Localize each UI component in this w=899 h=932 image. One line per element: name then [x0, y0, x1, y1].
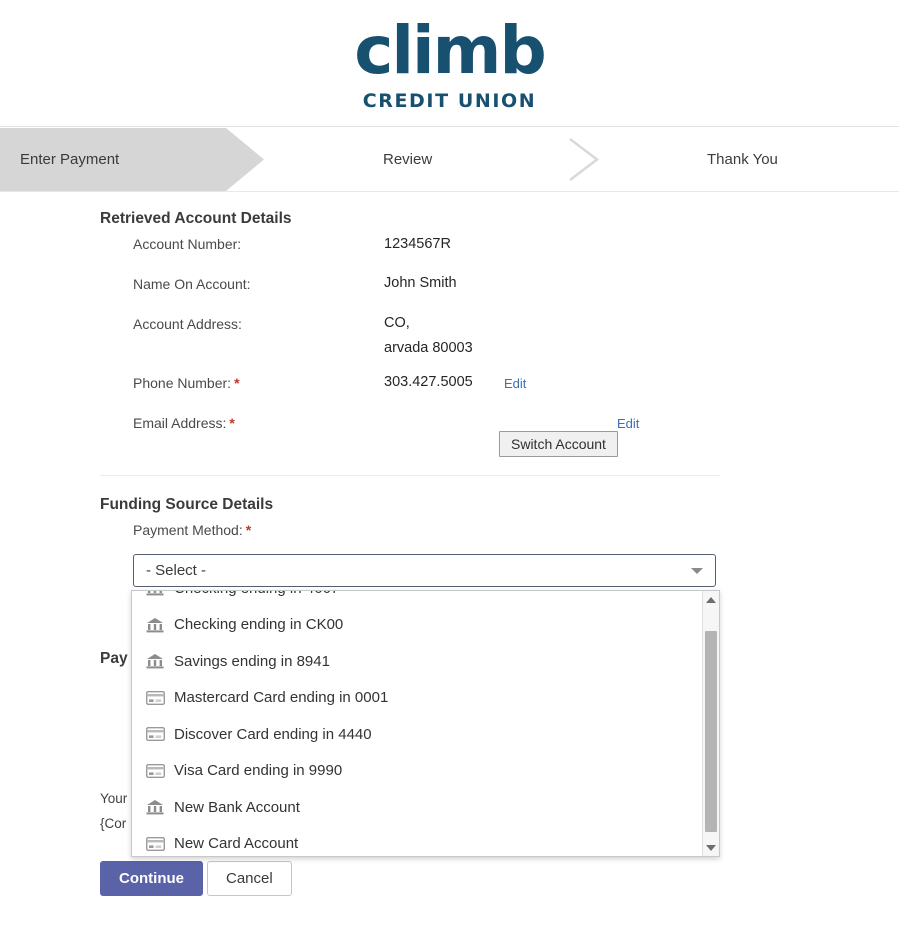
continue-button[interactable]: Continue — [100, 861, 203, 896]
account-address-line1: CO, — [384, 315, 410, 331]
payment-page: climb CREDIT UNION Enter Payment Review … — [0, 0, 899, 932]
name-on-account-label: Name On Account: — [133, 276, 251, 292]
payment-method-select[interactable]: - Select - — [133, 554, 716, 587]
account-address-label: Account Address: — [133, 316, 242, 332]
progress-stepper: Enter Payment Review Thank You — [0, 128, 899, 192]
section-divider — [100, 475, 720, 476]
dropdown-option-new-card-account[interactable]: New Card Account — [132, 826, 702, 857]
name-on-account-value: John Smith — [384, 275, 457, 291]
required-asterisk-phone: * — [234, 375, 240, 391]
dropdown-option-label: Discover Card ending in 4440 — [174, 725, 372, 743]
dropdown-option-visa-9990[interactable]: Visa Card ending in 9990 — [132, 753, 702, 790]
dropdown-option-checking-ck00[interactable]: Checking ending in CK00 — [132, 607, 702, 644]
step-review[interactable]: Review — [383, 128, 432, 191]
required-asterisk-payment-method: * — [245, 522, 252, 538]
bank-icon — [144, 653, 166, 669]
phone-number-label: Phone Number: * — [133, 375, 240, 391]
account-number-value: 1234567R — [384, 236, 451, 252]
dropdown-option-label: Visa Card ending in 9990 — [174, 762, 343, 780]
step-enter-payment[interactable]: Enter Payment — [20, 128, 119, 191]
brand-tagline: CREDIT UNION — [362, 90, 537, 112]
switch-account-button[interactable]: Switch Account — [499, 431, 618, 457]
credit-card-icon — [144, 727, 166, 742]
account-address-line2: arvada 80003 — [384, 340, 473, 356]
edit-phone-link[interactable]: Edit — [504, 376, 526, 391]
required-asterisk-email: * — [229, 415, 235, 431]
disclaimer-line-2-obscured: {Cor — [100, 816, 127, 831]
payment-details-heading-obscured: Pay — [100, 650, 128, 667]
dropdown-option-label: Checking ending in CK00 — [174, 616, 344, 634]
bank-icon — [144, 617, 166, 633]
cancel-button[interactable]: Cancel — [207, 861, 292, 896]
payment-method-label: Payment Method: * — [133, 522, 252, 538]
scroll-down-arrow-icon[interactable] — [703, 839, 719, 856]
brand-name: climb — [354, 12, 546, 89]
dropdown-option-checking-4667[interactable]: Checking ending in 4667 — [132, 591, 702, 607]
brand-logo: climb CREDIT UNION — [0, 12, 899, 113]
step-separator-chevron-icon — [567, 136, 601, 183]
email-address-label: Email Address: * — [133, 415, 235, 431]
credit-card-icon — [144, 763, 166, 778]
dropdown-option-savings-8941[interactable]: Savings ending in 8941 — [132, 643, 702, 680]
dropdown-option-mastercard-0001[interactable]: Mastercard Card ending in 0001 — [132, 680, 702, 717]
page-header: climb CREDIT UNION — [0, 0, 899, 127]
dropdown-option-label: Savings ending in 8941 — [174, 652, 330, 670]
bank-icon — [144, 591, 166, 596]
payment-method-dropdown[interactable]: Checking ending in 4667 Checking ending … — [131, 590, 720, 857]
step-thank-you[interactable]: Thank You — [707, 128, 778, 191]
dropdown-option-discover-4440[interactable]: Discover Card ending in 4440 — [132, 716, 702, 753]
credit-card-icon — [144, 690, 166, 705]
phone-number-value: 303.427.5005 — [384, 374, 473, 390]
payment-method-selected-value: - Select - — [146, 562, 207, 579]
account-number-label: Account Number: — [133, 236, 242, 252]
chevron-down-icon — [691, 567, 703, 574]
dropdown-option-label: Checking ending in 4667 — [174, 591, 339, 597]
scroll-up-arrow-icon[interactable] — [703, 591, 719, 608]
bank-icon — [144, 799, 166, 815]
funding-source-details-title: Funding Source Details — [100, 496, 274, 513]
dropdown-scrollbar[interactable] — [702, 591, 719, 856]
dropdown-option-label: New Bank Account — [174, 798, 300, 816]
dropdown-option-list: Checking ending in 4667 Checking ending … — [132, 591, 702, 857]
edit-email-link[interactable]: Edit — [617, 416, 639, 431]
retrieved-account-details-title: Retrieved Account Details — [100, 210, 292, 227]
scrollbar-thumb[interactable] — [705, 631, 717, 832]
dropdown-option-label: New Card Account — [174, 835, 299, 853]
credit-card-icon — [144, 836, 166, 851]
dropdown-option-label: Mastercard Card ending in 0001 — [174, 689, 389, 707]
dropdown-option-new-bank-account[interactable]: New Bank Account — [132, 789, 702, 826]
disclaimer-line-1-obscured: Your — [100, 791, 128, 806]
